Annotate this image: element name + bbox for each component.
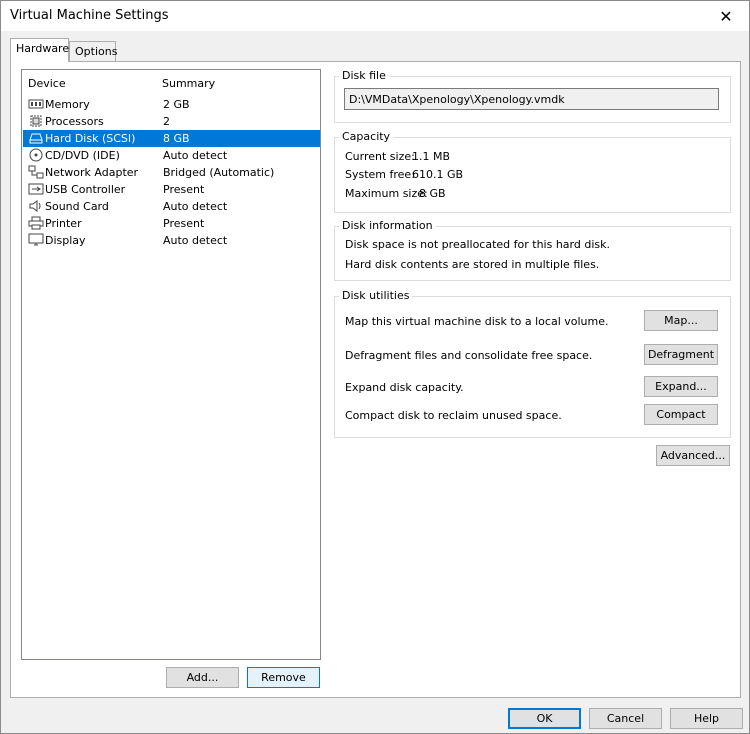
compact-description: Compact disk to reclaim unused space. <box>345 409 562 422</box>
device-summary: 8 GB <box>163 132 190 145</box>
device-summary: Auto detect <box>163 149 228 162</box>
printer-icon <box>28 216 44 230</box>
memory-icon <box>28 99 44 109</box>
advanced-button[interactable]: Advanced... <box>656 445 730 466</box>
device-summary: Auto detect <box>163 200 228 213</box>
system-free-label: System free: <box>345 168 415 181</box>
device-row-hard-disk[interactable]: Hard Disk (SCSI) 8 GB <box>23 130 320 147</box>
speaker-icon <box>29 200 41 212</box>
device-summary: Bridged (Automatic) <box>163 166 275 179</box>
disk-info-line-1: Disk space is not preallocated for this … <box>345 238 610 251</box>
processor-icon <box>30 115 42 127</box>
compact-button[interactable]: Compact <box>644 404 718 425</box>
device-row-memory[interactable]: Memory 2 GB <box>23 96 320 113</box>
defragment-button[interactable]: Defragment <box>644 344 718 365</box>
expand-button[interactable]: Expand... <box>644 376 718 397</box>
vm-settings-window: Virtual Machine Settings ✕ Hardware Opti… <box>0 0 750 734</box>
defragment-description: Defragment files and consolidate free sp… <box>345 349 593 362</box>
device-name: Sound Card <box>45 200 109 213</box>
column-header-device[interactable]: Device <box>28 77 66 90</box>
hard-disk-icon <box>29 133 43 144</box>
device-row-processors[interactable]: Processors 2 <box>23 113 320 130</box>
device-list[interactable]: Device Summary Memory 2 GB Processors 2 … <box>21 69 321 660</box>
device-name: Display <box>45 234 86 247</box>
network-adapter-icon <box>28 165 44 179</box>
title-bar[interactable]: Virtual Machine Settings ✕ <box>1 1 749 31</box>
device-name: USB Controller <box>45 183 126 196</box>
device-name: Memory <box>45 98 90 111</box>
maximum-size-value: 8 GB <box>419 187 446 200</box>
device-row-network-adapter[interactable]: Network Adapter Bridged (Automatic) <box>23 164 320 181</box>
device-row-printer[interactable]: Printer Present <box>23 215 320 232</box>
add-device-button[interactable]: Add... <box>166 667 239 688</box>
tab-options[interactable]: Options <box>69 41 118 62</box>
map-description: Map this virtual machine disk to a local… <box>345 315 609 328</box>
capacity-label: Capacity <box>339 130 394 143</box>
disk-file-label: Disk file <box>339 69 389 82</box>
maximum-size-label: Maximum size: <box>345 187 428 200</box>
device-name: Network Adapter <box>45 166 139 179</box>
column-header-summary[interactable]: Summary <box>162 77 215 90</box>
device-row-display[interactable]: Display Auto detect <box>23 232 320 249</box>
map-button[interactable]: Map... <box>644 310 718 331</box>
close-icon[interactable]: ✕ <box>703 1 749 31</box>
device-summary: Present <box>163 217 205 230</box>
device-row-cd-dvd[interactable]: CD/DVD (IDE) Auto detect <box>23 147 320 164</box>
device-name: Processors <box>45 115 104 128</box>
device-summary: 2 <box>163 115 170 128</box>
device-row-sound-card[interactable]: Sound Card Auto detect <box>23 198 320 215</box>
tab-options-label: Options <box>75 45 118 58</box>
disk-info-line-2: Hard disk contents are stored in multipl… <box>345 258 600 271</box>
disk-information-group <box>334 226 731 281</box>
current-size-value: 1.1 MB <box>412 150 451 163</box>
help-button[interactable]: Help <box>670 708 743 729</box>
device-row-usb-controller[interactable]: USB Controller Present <box>23 181 320 198</box>
tab-hardware[interactable]: Hardware <box>10 38 69 62</box>
device-summary: Auto detect <box>163 234 228 247</box>
cd-dvd-icon <box>29 148 43 162</box>
device-name: Hard Disk (SCSI) <box>45 132 136 145</box>
disk-information-label: Disk information <box>339 219 436 232</box>
device-name: Printer <box>45 217 82 230</box>
monitor-icon <box>28 233 44 246</box>
tab-hardware-label: Hardware <box>16 42 70 55</box>
cancel-button[interactable]: Cancel <box>589 708 662 729</box>
remove-device-button[interactable]: Remove <box>247 667 320 688</box>
system-free-value: 610.1 GB <box>412 168 464 181</box>
window-title: Virtual Machine Settings <box>10 8 169 23</box>
device-summary: Present <box>163 183 205 196</box>
disk-utilities-label: Disk utilities <box>339 289 413 302</box>
device-name: CD/DVD (IDE) <box>45 149 120 162</box>
expand-description: Expand disk capacity. <box>345 381 464 394</box>
current-size-label: Current size: <box>345 150 415 163</box>
ok-button[interactable]: OK <box>508 708 581 729</box>
disk-file-path-field[interactable]: D:\VMData\Xpenology\Xpenology.vmdk <box>344 88 719 110</box>
usb-icon <box>28 183 44 195</box>
device-summary: 2 GB <box>163 98 190 111</box>
